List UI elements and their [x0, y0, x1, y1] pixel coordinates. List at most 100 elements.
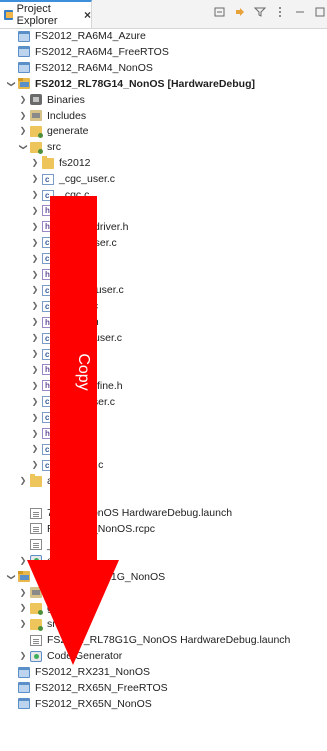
expand-chevron-icon[interactable]: ❯ — [18, 123, 28, 139]
expand-chevron-icon[interactable]: ❯ — [30, 298, 40, 314]
tree-item-label: RL78G14_NonOS.rcpc — [47, 522, 155, 535]
tree-row[interactable]: ❯ FS2012_RL78G1G_NonOS — [6, 569, 165, 585]
tree-row[interactable]: FS2012_RA6M4_FreeRTOS — [6, 44, 169, 60]
tree-item-label: FS2012_RX231_NonOS — [35, 666, 150, 678]
tree-row[interactable]: ❯ _wdt.c — [30, 410, 90, 426]
tree-row[interactable]: ❯ fs2012 — [30, 155, 91, 171]
expand-chevron-icon[interactable]: ❯ — [30, 251, 40, 267]
cfile-icon — [42, 410, 54, 426]
tree-row[interactable]: FS2012_RA6M4_Azure — [6, 28, 146, 44]
expand-chevron-icon[interactable]: ❯ — [18, 616, 28, 632]
expand-chevron-icon[interactable]: ❯ — [30, 203, 40, 219]
tree-row[interactable]: ❯ _port.h — [30, 267, 92, 283]
project-explorer-icon — [4, 10, 13, 20]
tree-row[interactable]: ❯ _cgc.c — [30, 187, 90, 204]
cfile-icon — [42, 251, 54, 267]
expand-chevron-icon[interactable]: ❯ — [30, 346, 40, 362]
project-icon — [18, 682, 30, 694]
expand-chevron-icon[interactable]: ❯ — [30, 394, 40, 410]
collapse-all-icon[interactable] — [213, 5, 227, 19]
tree-row[interactable]: ❯ Binaries — [18, 92, 85, 108]
cfile-icon — [42, 172, 54, 188]
expand-chevron-icon[interactable]: ❯ — [30, 314, 40, 330]
expand-chevron-icon[interactable]: ❯ — [30, 426, 40, 442]
close-icon[interactable]: × — [84, 8, 91, 22]
cfile-icon — [42, 299, 54, 315]
expand-chevron-icon[interactable]: ❯ — [30, 362, 40, 378]
tree-item-label: FS2012_RL78G14_NonOS [HardwareDebug] — [35, 77, 255, 90]
tree-row[interactable]: ❯ _cgc_user.c — [30, 171, 116, 188]
tree-row[interactable]: FS2012_RL78G1G_NonOS HardwareDebug.launc… — [18, 632, 290, 648]
tree-row[interactable]: ❯ ain.c — [30, 441, 82, 458]
open-project-icon — [18, 78, 30, 90]
tree-row[interactable]: ❯ _port_user.c — [30, 235, 117, 251]
tree-row[interactable]: ❯ generate — [18, 123, 88, 139]
tree-item-label: _serial.c — [59, 300, 99, 313]
tree-row[interactable]: ❯ _port.c — [30, 251, 91, 267]
tree-row[interactable]: ❯ _wdt.h — [30, 426, 90, 442]
tree-row[interactable] — [18, 489, 30, 505]
expand-chevron-icon[interactable]: ❯ — [30, 235, 40, 251]
tree-row[interactable]: ❯ _cgc.h — [30, 203, 90, 219]
tree-row[interactable]: ❯ _macrodriver.h — [30, 219, 129, 235]
cfile-icon — [42, 235, 54, 251]
tab-project-explorer[interactable]: Project Explorer × — [0, 0, 92, 28]
expand-chevron-icon[interactable]: ❯ — [30, 171, 40, 187]
tree-item-label: _port_user.c — [59, 236, 117, 249]
expand-chevron-icon[interactable]: ❯ — [18, 108, 28, 124]
expand-chevron-icon[interactable]: ❯ — [18, 600, 28, 616]
minimize-icon[interactable] — [293, 5, 307, 19]
expand-chevron-icon[interactable]: ❯ — [30, 187, 40, 203]
gear-icon — [30, 650, 42, 662]
tree-row[interactable]: ❯ Includes — [18, 108, 86, 124]
tree-row[interactable]: RL78G14_NonOS.rcpc — [18, 521, 155, 537]
expand-chevron-icon[interactable]: ❯ — [3, 79, 19, 89]
expand-chevron-icon[interactable]: ❯ — [18, 92, 28, 108]
expand-chevron-icon[interactable]: ❯ — [30, 282, 40, 298]
expand-chevron-icon[interactable]: ❯ — [30, 441, 40, 457]
tree-row[interactable]: ❯ Includes — [18, 585, 86, 601]
expand-chevron-icon[interactable]: ❯ — [3, 572, 19, 582]
tree-item-label: FS2012_RL78G1G_NonOS HardwareDebug.launc… — [47, 634, 291, 647]
expand-chevron-icon[interactable]: ❯ — [30, 330, 40, 346]
filter-icon[interactable] — [253, 5, 267, 19]
tree-row[interactable]: FS2012_RX231_NonOS — [6, 664, 150, 680]
tree-row[interactable]: FS2012_RX65N_FreeRTOS — [6, 680, 168, 696]
expand-chevron-icon[interactable]: ❯ — [30, 155, 40, 171]
tree-row[interactable]: ❯ src — [18, 616, 61, 632]
link-with-editor-icon[interactable] — [233, 5, 247, 19]
tree-row[interactable]: ❯ Code Generator — [18, 648, 123, 664]
tree-row[interactable]: ❯ _serial.h — [30, 314, 99, 331]
tree-row[interactable]: FS2012_RA6M4_NonOS — [6, 60, 153, 76]
view-header: Project Explorer × — [0, 0, 327, 29]
tree-row[interactable]: ❯ generate — [18, 600, 88, 616]
expand-chevron-icon[interactable]: ❯ — [18, 648, 28, 664]
tree-item-label: _cgc_user.c — [59, 173, 116, 186]
expand-chevron-icon[interactable]: ❯ — [30, 378, 40, 394]
tree-row[interactable]: _cc.txt — [18, 537, 77, 553]
tree-row[interactable]: ❯ _serial.c — [30, 298, 99, 315]
expand-chevron-icon[interactable]: ❯ — [30, 410, 40, 426]
expand-chevron-icon[interactable]: ❯ — [30, 457, 40, 473]
tree-row[interactable]: 78G14_NonOS HardwareDebug.launch — [18, 505, 232, 521]
maximize-icon[interactable] — [313, 5, 327, 19]
view-menu-icon[interactable] — [273, 5, 287, 19]
tree-row[interactable]: ❯ src — [18, 139, 61, 155]
expand-chevron-icon[interactable]: ❯ — [18, 553, 28, 569]
tree-row[interactable]: ❯ _serial_user.c — [30, 282, 124, 299]
expand-chevron-icon[interactable]: ❯ — [30, 267, 40, 283]
expand-chevron-icon[interactable]: ❯ — [18, 473, 28, 489]
tree-row[interactable]: ❯ FS2012_RL78G14_NonOS [HardwareDebug] — [6, 76, 255, 92]
hfile-icon — [42, 267, 54, 283]
expand-chevron-icon[interactable]: ❯ — [30, 219, 40, 235]
tree-row[interactable]: ❯ steminit.c — [30, 457, 104, 474]
tree-row[interactable]: FS2012_RX65N_NonOS — [6, 696, 152, 712]
tree-item-label: Code Generator — [47, 650, 123, 663]
expand-chevron-icon[interactable]: ❯ — [15, 142, 31, 152]
expand-chevron-icon[interactable]: ❯ — [18, 585, 28, 601]
tree-item-label: FS2012_RL78G1G_NonOS — [35, 570, 166, 583]
tree-row[interactable]: ❯ areDebug — [18, 473, 93, 489]
tree-item-label: generate — [47, 125, 89, 138]
tree-item-label: enerator — [47, 554, 87, 567]
tree-row[interactable]: ❯ enerator — [18, 553, 86, 569]
